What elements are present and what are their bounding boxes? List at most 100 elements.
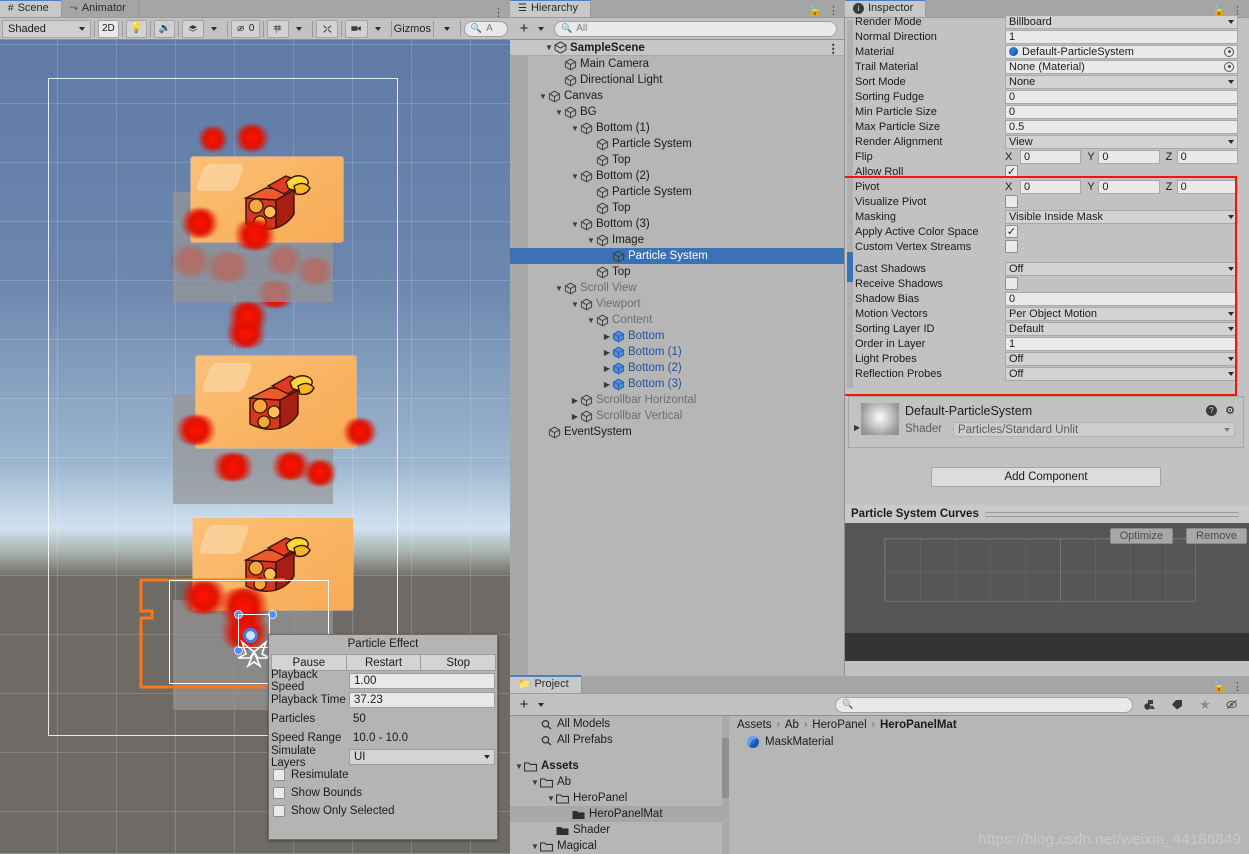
chevron-down-icon[interactable]: ▼ (586, 236, 596, 245)
kebab-menu-icon[interactable]: ⋮ (493, 8, 504, 19)
shader-dropdown[interactable]: Particles/Standard Unlit (953, 422, 1235, 437)
hierarchy-tree[interactable]: ▼ SampleScene ⋮ ▶Main Camera▶Directional… (510, 40, 845, 676)
camera-dropdown[interactable] (368, 20, 388, 38)
grid-dropdown[interactable] (289, 20, 309, 38)
playback-time-input[interactable]: 37.23 (349, 691, 495, 708)
add-component-button[interactable]: Add Component (931, 467, 1161, 487)
inspector-dropdown[interactable]: Off (1005, 261, 1238, 276)
vector-x-input[interactable]: 0 (1020, 149, 1082, 164)
hierarchy-item[interactable]: ▶ Bottom (2) (510, 360, 845, 376)
inspector-dropdown[interactable]: Off (1005, 366, 1238, 381)
help-icon[interactable]: ? (1206, 405, 1217, 416)
particle-effect-panel[interactable]: Particle Effect Pause Restart Stop Playb… (268, 634, 498, 840)
shading-mode-dropdown[interactable]: Shaded (2, 19, 91, 38)
hierarchy-item[interactable]: ▼ Bottom (3) (510, 216, 845, 232)
hierarchy-item[interactable]: ▼ Canvas (510, 88, 845, 104)
speaker-icon[interactable]: 🔊 (154, 19, 176, 38)
inspector-dropdown[interactable]: Default (1005, 321, 1238, 336)
remove-button[interactable]: Remove (1186, 528, 1247, 544)
project-tree-item[interactable]: ▼ Assets (510, 758, 722, 774)
restart-button[interactable]: Restart (345, 654, 422, 671)
hierarchy-item[interactable]: ▼ Bottom (2) (510, 168, 845, 184)
inspector-dropdown[interactable]: Off (1005, 351, 1238, 366)
create-object-button[interactable]: + (514, 20, 534, 38)
project-tree-item[interactable]: ▼ Ab (510, 774, 722, 790)
favorite-star-icon[interactable]: ★ (1193, 696, 1217, 714)
chevron-down-icon[interactable] (538, 26, 544, 31)
inspector-checkbox[interactable] (1005, 195, 1018, 208)
camera-icon[interactable] (345, 19, 368, 38)
asset-item-maskmaterial[interactable]: MaskMaterial (729, 733, 1249, 751)
inspector-dropdown[interactable]: Billboard (1005, 14, 1238, 29)
project-tree-item[interactable]: ▼HeroPanelMat (510, 806, 722, 822)
tools-icon[interactable] (315, 19, 339, 38)
hierarchy-scene-row[interactable]: ▼ SampleScene ⋮ (510, 40, 845, 56)
inspector-scrollbar[interactable] (847, 20, 853, 388)
inspector-input[interactable]: 0 (1005, 89, 1238, 104)
project-tree-item[interactable]: ▼ HeroPanel (510, 790, 722, 806)
hierarchy-item[interactable]: ▶Top (510, 200, 845, 216)
vector-z-input[interactable]: 0 (1176, 149, 1238, 164)
inspector-checkbox[interactable] (1005, 277, 1018, 290)
hierarchy-item[interactable]: ▶ Bottom (3) (510, 376, 845, 392)
chevron-right-icon[interactable]: ▶ (570, 396, 580, 405)
hierarchy-item[interactable]: ▶ Scrollbar Horizontal (510, 392, 845, 408)
breadcrumb-item-assets[interactable]: Assets (737, 719, 772, 731)
particle-system-curves-header[interactable]: Particle System Curves (845, 505, 1249, 523)
kebab-menu-icon[interactable]: ⋮ (828, 41, 846, 55)
create-asset-button[interactable]: + (514, 696, 534, 714)
inspector-dropdown[interactable]: Visible Inside Mask (1005, 209, 1238, 224)
project-tree-item[interactable]: ▼All Models (510, 716, 722, 732)
inspector-checkbox[interactable]: ✓ (1005, 165, 1018, 178)
chevron-down-icon[interactable]: ▼ (570, 220, 580, 229)
hierarchy-item[interactable]: ▼ BG (510, 104, 845, 120)
effects-dropdown[interactable] (204, 20, 224, 38)
kebab-menu-icon[interactable]: ⋮ (1232, 681, 1243, 692)
hierarchy-item[interactable]: ▼ Content (510, 312, 845, 328)
chevron-down-icon[interactable] (538, 702, 544, 707)
hierarchy-item[interactable]: ▼ Bottom (1) (510, 120, 845, 136)
hierarchy-item[interactable]: ▶Main Camera (510, 56, 845, 72)
vector-x-input[interactable]: 0 (1020, 179, 1082, 194)
chevron-right-icon[interactable]: ▶ (602, 348, 612, 357)
vector-y-input[interactable]: 0 (1098, 149, 1160, 164)
gear-icon[interactable]: ⚙ (1225, 404, 1235, 417)
hierarchy-item[interactable]: ▶ Scrollbar Vertical (510, 408, 845, 424)
chevron-down-icon[interactable]: ▼ (546, 794, 556, 803)
hidden-objects-icon[interactable]: 0 (230, 19, 261, 38)
hierarchy-item[interactable]: ▶ Bottom (1) (510, 344, 845, 360)
simulate-layers-dropdown[interactable]: UI (349, 748, 495, 765)
chevron-right-icon[interactable]: ▶ (602, 364, 612, 373)
hierarchy-item[interactable]: ▼ Viewport (510, 296, 845, 312)
chevron-down-icon[interactable]: ▼ (570, 172, 580, 181)
project-folder-tree[interactable]: ▼All Models▼All Prefabs▼Assets▼Ab▼HeroPa… (510, 716, 722, 854)
tab-animator[interactable]: ⤳ Animator (61, 0, 139, 17)
object-picker-icon[interactable] (1224, 61, 1234, 72)
chevron-right-icon[interactable]: ▶ (854, 423, 860, 432)
particle-system-curves-area[interactable]: Optimize Remove (845, 523, 1249, 633)
chevron-down-icon[interactable]: ▼ (530, 778, 540, 787)
project-tree-scrollbar[interactable] (722, 716, 729, 854)
hierarchy-search-input[interactable]: 🔍 All (554, 20, 837, 37)
inspector-input[interactable]: 0.5 (1005, 119, 1238, 134)
chevron-down-icon[interactable]: ▼ (554, 108, 564, 117)
chevron-down-icon[interactable]: ▼ (570, 300, 580, 309)
lightbulb-icon[interactable]: 💡 (125, 19, 148, 38)
hidden-icon[interactable] (1221, 696, 1245, 714)
inspector-dropdown[interactable]: None (1005, 74, 1238, 89)
tab-hierarchy[interactable]: ☰ Hierarchy (510, 0, 592, 17)
tab-project[interactable]: 📁 Project (510, 675, 582, 693)
scene-search-input[interactable]: 🔍 A (463, 20, 508, 37)
inspector-object-field[interactable]: Default-ParticleSystem (1005, 44, 1238, 59)
inspector-checkbox[interactable] (1005, 240, 1018, 253)
kebab-menu-icon[interactable]: ⋮ (828, 5, 839, 16)
inspector-input[interactable]: 0 (1005, 291, 1238, 306)
inspector-object-field[interactable]: None (Material) (1005, 59, 1238, 74)
breadcrumb-item-ab[interactable]: Ab (785, 719, 799, 731)
lock-icon[interactable]: 🔓 (808, 4, 822, 17)
vector-z-input[interactable]: 0 (1176, 179, 1238, 194)
inspector-input[interactable]: 0 (1005, 104, 1238, 119)
hierarchy-item[interactable]: ▶EventSystem (510, 424, 845, 440)
hierarchy-item[interactable]: ▼ Scroll View (510, 280, 845, 296)
chevron-right-icon[interactable]: ▶ (602, 380, 612, 389)
